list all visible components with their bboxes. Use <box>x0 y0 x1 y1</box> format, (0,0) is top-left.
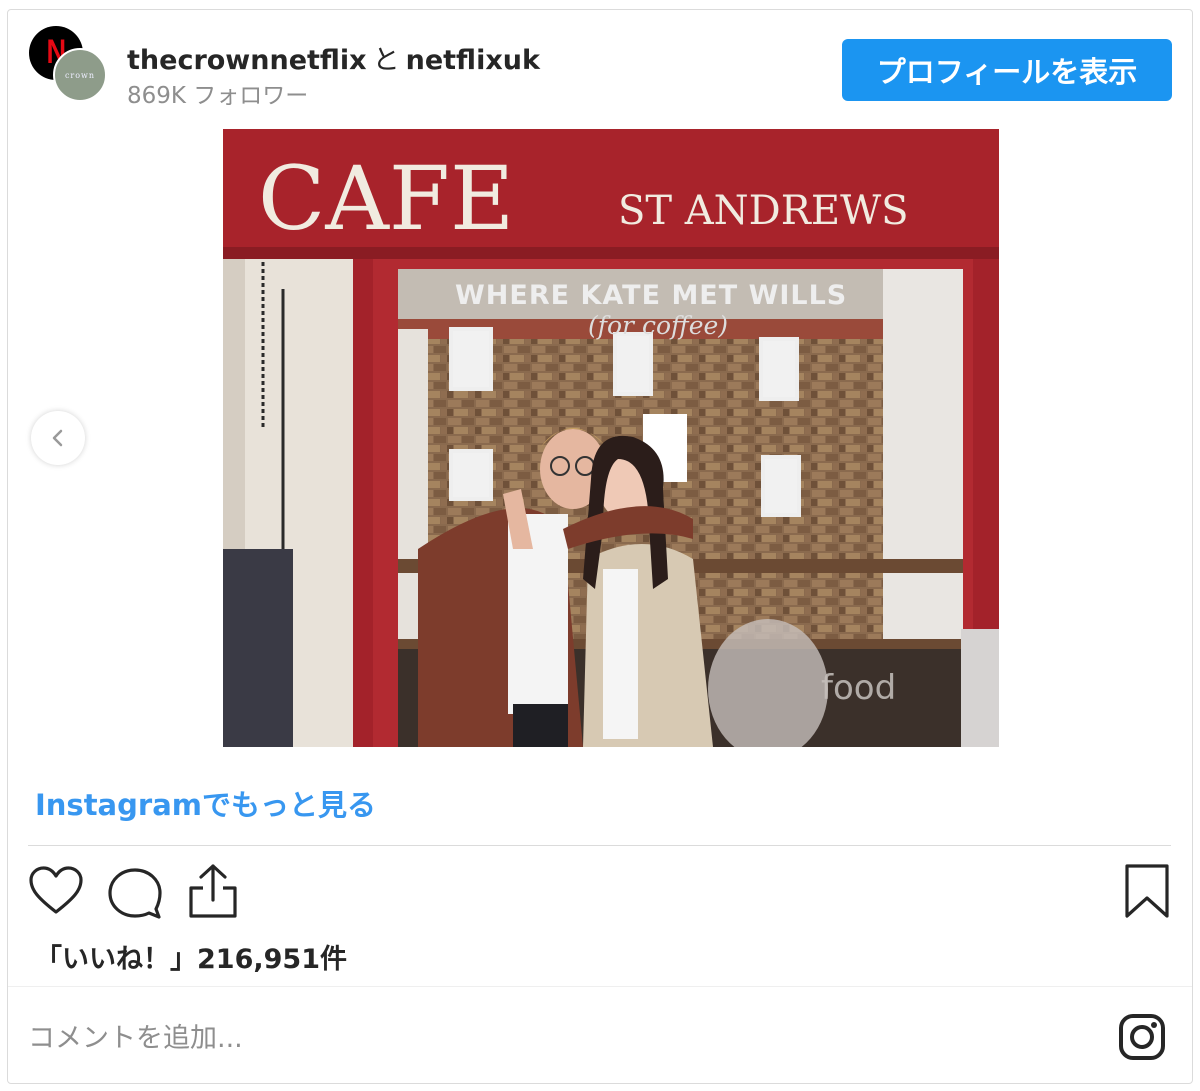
the-crown-avatar[interactable]: crown <box>53 48 107 102</box>
sign-cafe-text: CAFE <box>258 147 514 250</box>
like-count[interactable]: 「いいね！」216,951件 <box>35 937 347 976</box>
post-owners: thecrownnetflix と netflixuk <box>127 38 540 77</box>
bookmark-icon[interactable] <box>1123 862 1171 920</box>
owners-joiner: と <box>372 45 400 76</box>
heart-icon[interactable] <box>28 866 84 916</box>
instagram-logo-icon[interactable] <box>1118 1013 1166 1061</box>
the-crown-logo-text: crown <box>64 70 96 80</box>
window-subtext: (for coffee) <box>588 311 728 340</box>
chevron-left-icon <box>52 429 63 447</box>
cafe-photo-illustration: CAFE ST ANDREWS WHERE KATE MET WILLS (fo… <box>223 129 999 747</box>
share-icon[interactable] <box>187 862 239 920</box>
divider <box>28 845 1171 846</box>
comment-icon[interactable] <box>107 867 163 919</box>
glass-food-text: food <box>821 668 896 708</box>
account-name-primary[interactable]: thecrownnetflix <box>127 45 367 76</box>
divider <box>8 986 1192 987</box>
comment-input[interactable] <box>28 1010 1108 1066</box>
window-slogan-text: WHERE KATE MET WILLS <box>455 280 847 311</box>
instagram-embed-card: N crown thecrownnetflix と netflixuk 869K フ… <box>7 9 1193 1084</box>
carousel-prev-button[interactable] <box>31 411 85 465</box>
view-profile-button[interactable]: プロフィールを表示 <box>842 39 1172 101</box>
view-more-on-instagram-link[interactable]: Instagramでもっと見る <box>35 782 376 824</box>
follower-count: 869K フォロワー <box>127 83 309 109</box>
sign-st-andrews-text: ST ANDREWS <box>618 188 909 234</box>
account-name-secondary[interactable]: netflixuk <box>406 45 540 76</box>
post-photo[interactable]: CAFE ST ANDREWS WHERE KATE MET WILLS (fo… <box>223 129 999 747</box>
